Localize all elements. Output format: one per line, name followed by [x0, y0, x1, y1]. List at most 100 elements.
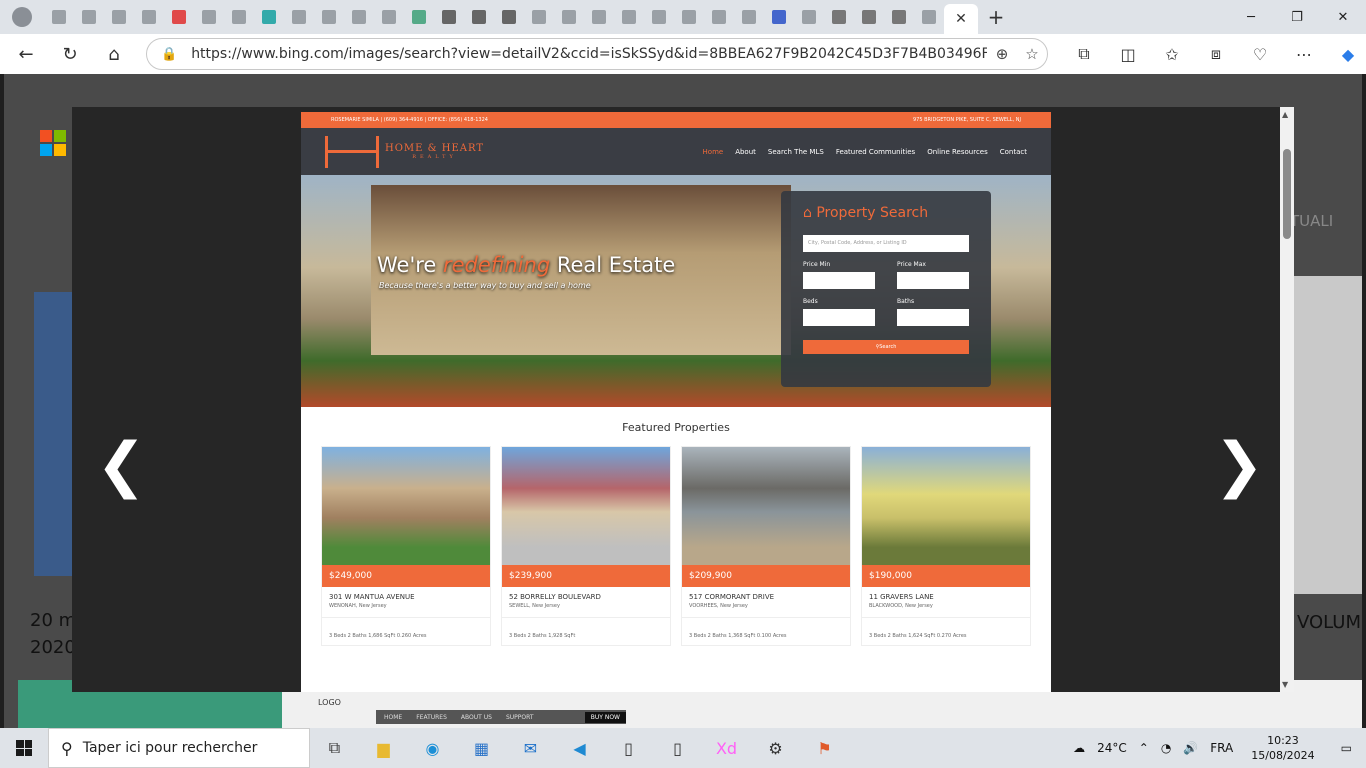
- tab-favicon[interactable]: [645, 3, 673, 31]
- background-thumbnail-right[interactable]: [1294, 276, 1362, 594]
- scroll-down-icon[interactable]: ▼: [1282, 680, 1288, 689]
- lock-icon[interactable]: 🔒: [161, 47, 177, 62]
- tab-favicon[interactable]: [855, 3, 883, 31]
- property-meta: 3 Beds 2 Baths 1,928 SqFt: [502, 617, 670, 645]
- chevron-up-icon[interactable]: ⌃: [1133, 741, 1155, 755]
- copilot-button[interactable]: ◆: [1326, 38, 1366, 70]
- back-button[interactable]: ←: [8, 38, 44, 70]
- favorite-star-icon[interactable]: ☆: [1017, 45, 1047, 63]
- new-tab-button[interactable]: +: [978, 5, 1014, 29]
- home-button[interactable]: ⌂: [96, 38, 132, 70]
- weather-icon[interactable]: ☁: [1067, 741, 1091, 755]
- start-button[interactable]: [0, 728, 48, 768]
- background-mini-nav: HOME FEATURES ABOUT US SUPPORT BUY NOW: [376, 710, 626, 724]
- previous-image-arrow[interactable]: ❮: [96, 430, 146, 500]
- split-screen-button[interactable]: ◫: [1106, 38, 1150, 70]
- maximize-button[interactable]: ❐: [1274, 0, 1320, 34]
- tab-favicon[interactable]: [195, 3, 223, 31]
- preview-image[interactable]: ROSEMARIE SIMILA | (609) 364-4916 | OFFI…: [301, 112, 1051, 692]
- tab-favicon[interactable]: [885, 3, 913, 31]
- settings-icon[interactable]: ⚙: [751, 728, 800, 768]
- tab-favicon[interactable]: [495, 3, 523, 31]
- tab-favicon[interactable]: [135, 3, 163, 31]
- tab-favicon[interactable]: [825, 3, 853, 31]
- workspaces-button[interactable]: [45, 3, 73, 31]
- hero-title: We're redefining Real Estate: [377, 253, 676, 277]
- zoom-icon[interactable]: ⊕: [987, 45, 1017, 63]
- tab-favicon[interactable]: [345, 3, 373, 31]
- taskbar-search[interactable]: ⚲ Taper ici pour rechercher: [48, 728, 310, 768]
- tab-favicon[interactable]: [465, 3, 493, 31]
- tab-favicon[interactable]: [435, 3, 463, 31]
- tab-favicon[interactable]: [555, 3, 583, 31]
- volume-icon[interactable]: 🔊: [1177, 741, 1204, 755]
- vscode-icon[interactable]: ◀: [555, 728, 604, 768]
- background-nav-text[interactable]: TUALI: [1290, 212, 1333, 230]
- property-photo: [322, 447, 490, 565]
- mail-icon[interactable]: ✉: [506, 728, 555, 768]
- clock[interactable]: 10:23 15/08/2024: [1239, 733, 1326, 763]
- property-city: WENONAH, New Jersey: [329, 603, 387, 609]
- tab-favicon[interactable]: [255, 3, 283, 31]
- tab-favicon[interactable]: [795, 3, 823, 31]
- office-address: 975 BRIDGETON PIKE, SUITE C, SEWELL, NJ: [912, 117, 1021, 123]
- refresh-button[interactable]: ↻: [52, 38, 88, 70]
- adobe-xd-icon[interactable]: Xd: [702, 728, 751, 768]
- tab-favicon[interactable]: [705, 3, 733, 31]
- document-icon-2[interactable]: ▯: [653, 728, 702, 768]
- network-icon[interactable]: ◔: [1155, 741, 1177, 755]
- address-bar[interactable]: 🔒 https://www.bing.com/images/search?vie…: [146, 38, 1048, 70]
- task-view-button[interactable]: ⧉: [310, 728, 359, 768]
- price-min-input: [803, 272, 875, 289]
- collections-button[interactable]: ⧈: [1194, 38, 1238, 70]
- tab-favicon[interactable]: [765, 3, 793, 31]
- property-address: 301 W MANTUA AVENUE: [329, 593, 415, 601]
- property-card: $239,900 52 BORRELLY BOULEVARD SEWELL, N…: [501, 446, 671, 646]
- tab-favicon[interactable]: [315, 3, 343, 31]
- tab-favicon[interactable]: [225, 3, 253, 31]
- tab-favicon[interactable]: [105, 3, 133, 31]
- tab-favicon[interactable]: [675, 3, 703, 31]
- tab-favicon[interactable]: [525, 3, 553, 31]
- favorites-button[interactable]: ✩: [1150, 38, 1194, 70]
- overlay-scrollbar[interactable]: ▲ ▼: [1280, 107, 1294, 692]
- notification-icon[interactable]: ▭: [1327, 741, 1366, 755]
- property-meta: 3 Beds 2 Baths 1,368 SqFt 0.100 Acres: [682, 617, 850, 645]
- temperature[interactable]: 24°C: [1091, 741, 1133, 755]
- background-caption-left-2[interactable]: 2020: [30, 637, 76, 658]
- next-image-arrow[interactable]: ❯: [1214, 430, 1264, 500]
- background-logo-text: LOGO: [318, 698, 341, 707]
- tab-favicon[interactable]: [915, 3, 943, 31]
- file-explorer-icon[interactable]: ▆: [359, 728, 408, 768]
- edge-icon[interactable]: ◉: [408, 728, 457, 768]
- tab-favicon[interactable]: [375, 3, 403, 31]
- background-caption-left[interactable]: 20 m: [30, 610, 76, 631]
- url-text[interactable]: https://www.bing.com/images/search?view=…: [191, 46, 987, 62]
- tab-favicon[interactable]: [285, 3, 313, 31]
- tab-favicon[interactable]: [585, 3, 613, 31]
- navigation-bar: ← ↻ ⌂ 🔒 https://www.bing.com/images/sear…: [0, 34, 1366, 74]
- extensions-button[interactable]: ⧉: [1062, 38, 1106, 70]
- settings-more-button[interactable]: ⋯: [1282, 38, 1326, 70]
- minimize-button[interactable]: ─: [1228, 0, 1274, 34]
- document-icon[interactable]: ▯: [604, 728, 653, 768]
- beds-input: [803, 309, 875, 326]
- background-caption-right[interactable]: VOLUM: [1297, 612, 1361, 633]
- active-tab-close-button[interactable]: ✕: [944, 4, 978, 34]
- tab-favicon[interactable]: [405, 3, 433, 31]
- store-icon[interactable]: ▦: [457, 728, 506, 768]
- app-icon[interactable]: ⚑: [800, 728, 849, 768]
- browser-essentials-button[interactable]: ♡: [1238, 38, 1282, 70]
- tab-favicon[interactable]: [165, 3, 193, 31]
- menu-item: Contact: [999, 147, 1027, 156]
- hh-logo-mark: [325, 135, 379, 168]
- close-window-button[interactable]: ✕: [1320, 0, 1366, 34]
- tab-favicon[interactable]: [615, 3, 643, 31]
- tab-actions-button[interactable]: [75, 3, 103, 31]
- language-indicator[interactable]: FRA: [1204, 741, 1239, 755]
- scrollbar-thumb[interactable]: [1283, 149, 1291, 239]
- tab-favicon[interactable]: [735, 3, 763, 31]
- background-thumbnail-left[interactable]: [34, 292, 72, 576]
- profile-button[interactable]: [0, 0, 44, 34]
- scroll-up-icon[interactable]: ▲: [1282, 110, 1288, 119]
